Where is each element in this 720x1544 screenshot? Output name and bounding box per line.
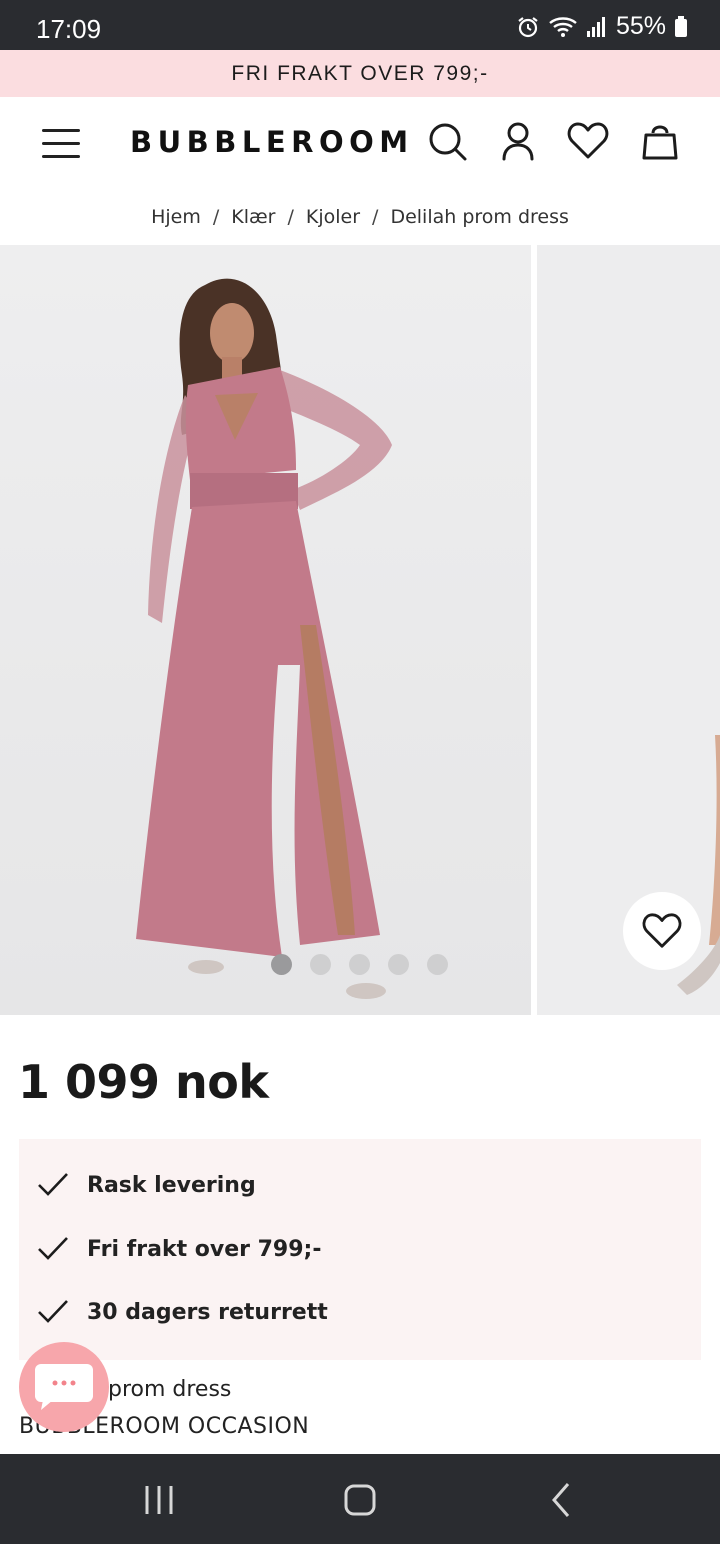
account-icon[interactable]	[496, 119, 540, 163]
usp-label: Fri frakt over 799;-	[87, 1236, 322, 1262]
heart-icon	[642, 913, 682, 948]
usp-label: 30 dagers returrett	[87, 1299, 328, 1325]
usp-item: 30 dagers returrett	[37, 1298, 328, 1326]
site-logo[interactable]: BUBBLEROOM	[130, 125, 414, 159]
product-name: prom dress	[108, 1377, 232, 1402]
wishlist-icon[interactable]	[566, 119, 610, 163]
bag-icon[interactable]	[638, 119, 682, 163]
breadcrumb: Hjem / Klær / Kjoler / Delilah prom dres…	[0, 189, 720, 245]
breadcrumb-separator: /	[372, 206, 379, 228]
gallery-dot-4[interactable]	[388, 954, 409, 975]
home-icon[interactable]	[338, 1478, 382, 1522]
battery-icon	[674, 15, 688, 39]
alarm-icon	[516, 15, 540, 39]
wifi-icon	[548, 15, 578, 39]
gallery-pagination	[271, 954, 448, 975]
usp-item: Rask levering	[37, 1171, 256, 1199]
status-icons: 55%	[516, 12, 688, 41]
next-image-preview	[677, 735, 720, 995]
breadcrumb-current: Delilah prom dress	[390, 206, 569, 228]
checkmark-icon	[38, 1173, 68, 1196]
battery-label: 55%	[615, 12, 666, 40]
breadcrumb-separator: /	[212, 206, 220, 228]
system-navigation-bar	[0, 1454, 720, 1544]
signal-icon	[586, 15, 608, 39]
add-to-wishlist-button[interactable]	[623, 892, 701, 970]
chat-button[interactable]	[19, 1342, 109, 1432]
gallery-dot-1[interactable]	[271, 954, 292, 975]
product-image-next[interactable]	[537, 245, 720, 1015]
usp-list: Rask levering Fri frakt over 799;- 30 da…	[19, 1139, 701, 1360]
breadcrumb-clothes[interactable]: Klær	[231, 206, 275, 228]
breadcrumb-dresses[interactable]: Kjoler	[306, 206, 360, 228]
search-icon[interactable]	[425, 119, 469, 163]
product-image-main[interactable]	[0, 245, 531, 1015]
gallery-dot-3[interactable]	[349, 954, 370, 975]
breadcrumb-separator: /	[287, 206, 294, 228]
menu-icon[interactable]	[40, 125, 84, 161]
gallery-dot-5[interactable]	[427, 954, 448, 975]
site-header: BUBBLEROOM	[0, 97, 720, 189]
checkmark-icon	[38, 1300, 68, 1323]
status-time: 17:09	[36, 14, 102, 44]
recent-apps-icon[interactable]	[137, 1478, 181, 1522]
back-icon[interactable]	[540, 1478, 584, 1522]
usp-label: Rask levering	[87, 1172, 256, 1198]
status-bar: 17:09 55%	[0, 0, 720, 50]
breadcrumb-home[interactable]: Hjem	[151, 206, 201, 228]
chat-bubble-icon	[35, 1364, 93, 1410]
usp-item: Fri frakt over 799;-	[37, 1235, 321, 1263]
free-shipping-banner[interactable]: FRI FRAKT OVER 799;-	[0, 50, 720, 97]
model-in-dress-image	[136, 278, 392, 999]
checkmark-icon	[38, 1237, 68, 1260]
product-price: 1 099 nok	[18, 1055, 269, 1109]
product-gallery[interactable]	[0, 245, 720, 1015]
gallery-dot-2[interactable]	[310, 954, 331, 975]
